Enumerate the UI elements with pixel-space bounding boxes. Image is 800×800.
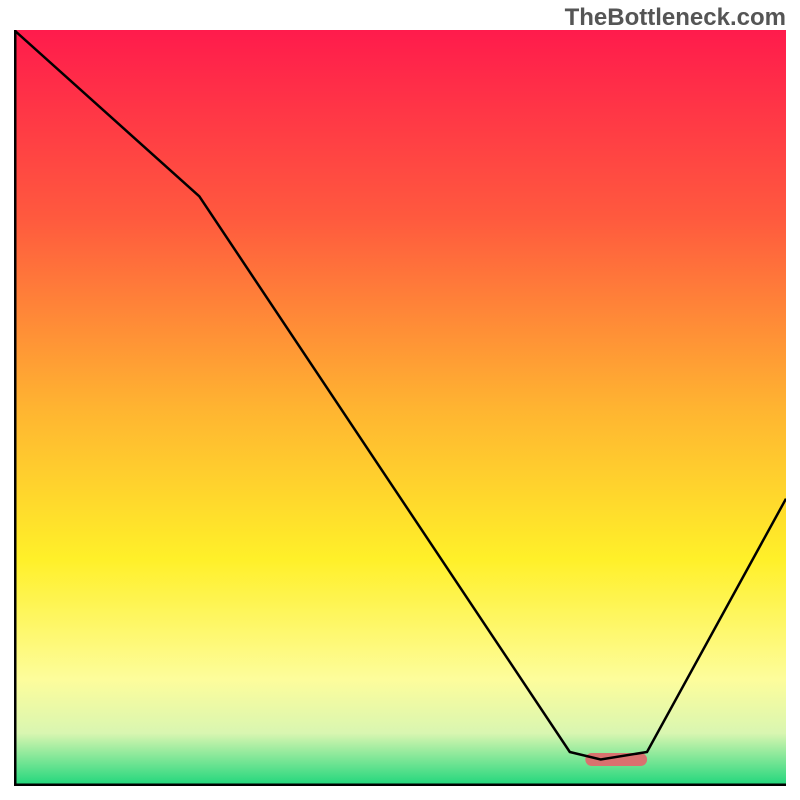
bottleneck-chart: [14, 30, 786, 786]
gradient-background: [14, 30, 786, 786]
plot-area: [14, 30, 786, 786]
optimal-marker: [585, 753, 647, 766]
watermark-label: TheBottleneck.com: [565, 4, 786, 32]
chart-container: TheBottleneck.com: [0, 0, 800, 800]
